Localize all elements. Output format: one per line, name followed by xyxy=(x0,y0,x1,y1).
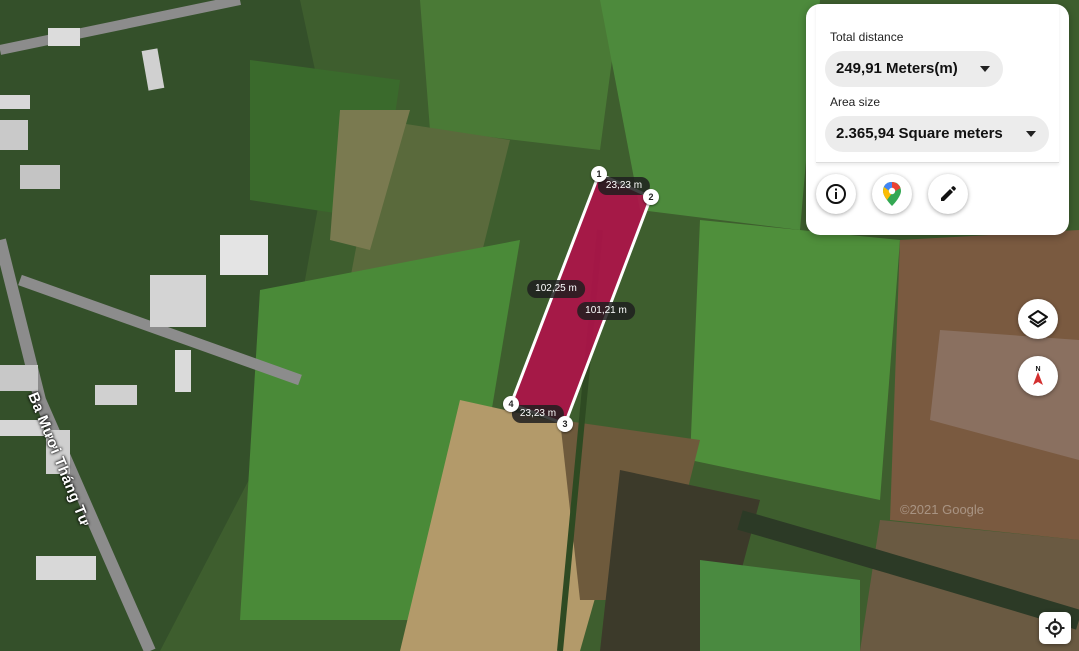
segment-label-bottom: 23,23 m xyxy=(511,405,565,423)
distance-unit-select[interactable]: 249,91 Meters(m) xyxy=(825,51,1003,87)
measurement-summary: Total distance 249,91 Meters(m) Area siz… xyxy=(816,4,1059,163)
measurement-panel: Total distance 249,91 Meters(m) Area siz… xyxy=(806,4,1069,235)
segment-label-right: 101,21 m xyxy=(577,302,635,320)
compass-button[interactable]: N xyxy=(1018,356,1058,396)
compass-icon: N xyxy=(1033,366,1043,385)
distance-label: Total distance xyxy=(830,30,904,44)
area-unit-select[interactable]: 2.365,94 Square meters xyxy=(825,116,1049,152)
open-in-maps-button[interactable] xyxy=(872,174,912,214)
vertex-marker[interactable]: 1 xyxy=(591,166,607,182)
my-location-icon xyxy=(1045,618,1065,638)
distance-value: 249,91 Meters(m) xyxy=(836,60,958,77)
area-value: 2.365,94 Square meters xyxy=(836,125,1003,142)
segment-label-top: 23,23 m xyxy=(597,177,651,195)
info-icon xyxy=(826,184,846,204)
info-button[interactable] xyxy=(816,174,856,214)
vertex-marker[interactable]: 4 xyxy=(503,396,519,412)
area-label: Area size xyxy=(830,95,881,109)
layers-icon xyxy=(1028,310,1048,328)
vertex-marker[interactable]: 2 xyxy=(643,189,659,205)
layers-button[interactable] xyxy=(1018,299,1058,339)
edit-button[interactable] xyxy=(928,174,968,214)
google-maps-icon xyxy=(883,182,901,206)
svg-text:N: N xyxy=(1035,366,1040,373)
chevron-down-icon xyxy=(1026,131,1036,137)
vertex-marker[interactable]: 3 xyxy=(557,416,573,432)
chevron-down-icon xyxy=(980,66,990,72)
my-location-button[interactable] xyxy=(1039,612,1071,644)
segment-label-left: 102,25 m xyxy=(527,280,585,298)
pencil-icon xyxy=(941,186,956,201)
map-watermark: ©2021 Google xyxy=(900,502,985,517)
